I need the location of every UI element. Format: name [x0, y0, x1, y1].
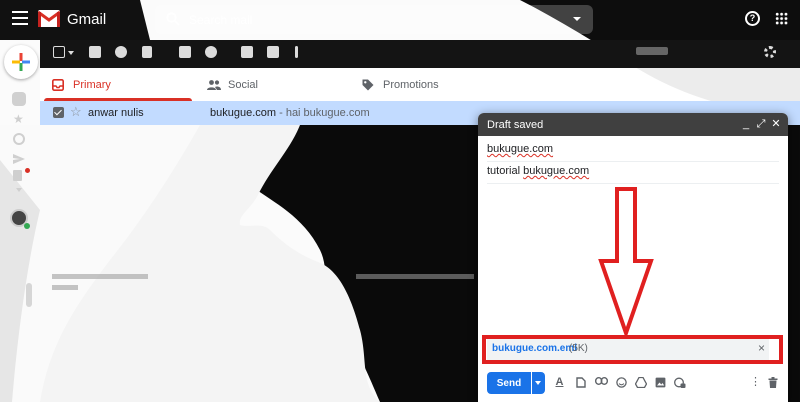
attachment-name[interactable]: bukugue.com.eml	[492, 343, 577, 354]
delete-icon[interactable]	[142, 46, 152, 58]
to-field[interactable]: bukugue.com	[487, 142, 779, 162]
report-spam-icon[interactable]	[115, 46, 127, 58]
recipient-chip[interactable]: bukugue.com	[487, 143, 553, 155]
inbox-icon[interactable]	[12, 92, 26, 106]
people-icon	[207, 80, 221, 90]
sent-icon[interactable]	[13, 153, 25, 165]
formatting-icon[interactable]: A	[554, 377, 565, 388]
help-icon[interactable]: ?	[745, 11, 760, 26]
move-to-icon[interactable]	[241, 46, 253, 58]
tag-icon	[362, 79, 374, 91]
insert-photo-icon[interactable]	[655, 377, 666, 388]
send-options-icon[interactable]	[532, 372, 545, 394]
subject-text: tutorial bukugue.com	[487, 165, 589, 177]
starred-icon[interactable]: ★	[13, 113, 25, 125]
minimize-icon[interactable]: _	[740, 117, 752, 131]
mark-unread-icon[interactable]	[179, 46, 191, 58]
tab-promotions[interactable]: Promotions	[350, 68, 505, 101]
drafts-icon[interactable]	[13, 170, 22, 181]
apps-grid-icon[interactable]	[775, 12, 788, 25]
attachment-chip[interactable]: bukugue.com.eml (5K) ×	[487, 339, 769, 360]
tab-promotions-label: Promotions	[383, 79, 439, 91]
row-checkbox[interactable]	[53, 107, 64, 118]
select-all-checkbox[interactable]	[53, 46, 65, 58]
app-title: Gmail	[67, 11, 107, 28]
gmail-logo[interactable]	[38, 10, 60, 27]
compose-window: Draft saved _ ⤢ ✕ bukugue.com tutorial b…	[478, 113, 788, 402]
fullscreen-icon[interactable]: ⤢	[755, 117, 767, 131]
attachment-size: (5K)	[569, 343, 588, 354]
search-input[interactable]	[189, 5, 559, 34]
compose-button[interactable]	[4, 45, 38, 79]
search-icon[interactable]	[166, 12, 180, 26]
subject-field[interactable]: tutorial bukugue.com	[487, 164, 779, 184]
compose-status: Draft saved	[487, 119, 544, 131]
archive-icon[interactable]	[89, 46, 101, 58]
emoji-icon[interactable]	[616, 377, 627, 388]
email-snippet: - hai bukugue.com	[276, 107, 370, 119]
annotation-arrow	[598, 187, 654, 337]
search-bar[interactable]	[155, 5, 593, 34]
select-menu-icon[interactable]	[68, 51, 74, 55]
settings-gear-icon[interactable]	[764, 46, 776, 58]
label-icon[interactable]	[267, 46, 279, 58]
main-menu-icon[interactable]	[12, 11, 28, 25]
email-sender: anwar nulis	[88, 107, 144, 119]
compose-footer: Send A ⋮	[478, 370, 788, 402]
subject-link: bukugue.com	[523, 165, 590, 177]
storage-info	[52, 272, 148, 290]
plus-icon	[12, 53, 30, 71]
google-drive-icon[interactable]	[634, 376, 648, 389]
more-options-icon[interactable]: ⋮	[750, 377, 761, 388]
close-icon[interactable]: ✕	[770, 117, 782, 131]
status-dot	[24, 223, 30, 229]
tab-primary[interactable]: Primary	[40, 68, 192, 101]
search-options-icon[interactable]	[573, 17, 581, 21]
email-subject-line: bukugue.com - hai bukugue.com	[210, 107, 370, 119]
hangouts-scroll	[26, 283, 32, 307]
snoozed-icon[interactable]	[13, 133, 25, 145]
tab-primary-label: Primary	[73, 79, 111, 91]
pagination	[636, 47, 668, 55]
snooze-icon[interactable]	[205, 46, 217, 58]
message-toolbar	[40, 42, 800, 64]
top-bar: Gmail ?	[0, 0, 800, 38]
remove-attachment-icon[interactable]: ×	[758, 341, 765, 355]
more-options-icon[interactable]	[295, 46, 298, 58]
footer-links	[356, 272, 474, 279]
drafts-badge	[25, 168, 30, 173]
category-tabs: Primary Social Promotions	[40, 68, 800, 101]
insert-link-icon[interactable]	[594, 376, 609, 388]
attach-file-icon[interactable]	[575, 377, 586, 388]
tab-social-label: Social	[228, 79, 258, 91]
tab-social[interactable]: Social	[195, 68, 350, 101]
email-subject: bukugue.com	[210, 107, 277, 119]
confidential-mode-icon[interactable]	[674, 377, 686, 388]
inbox-icon	[52, 79, 64, 91]
star-icon[interactable]: ☆	[70, 105, 82, 119]
discard-draft-icon[interactable]	[767, 377, 778, 388]
more-labels-icon[interactable]	[16, 188, 22, 192]
compose-header[interactable]: Draft saved _ ⤢ ✕	[478, 113, 788, 136]
subject-prefix: tutorial	[487, 165, 524, 177]
send-button[interactable]: Send	[487, 372, 531, 394]
